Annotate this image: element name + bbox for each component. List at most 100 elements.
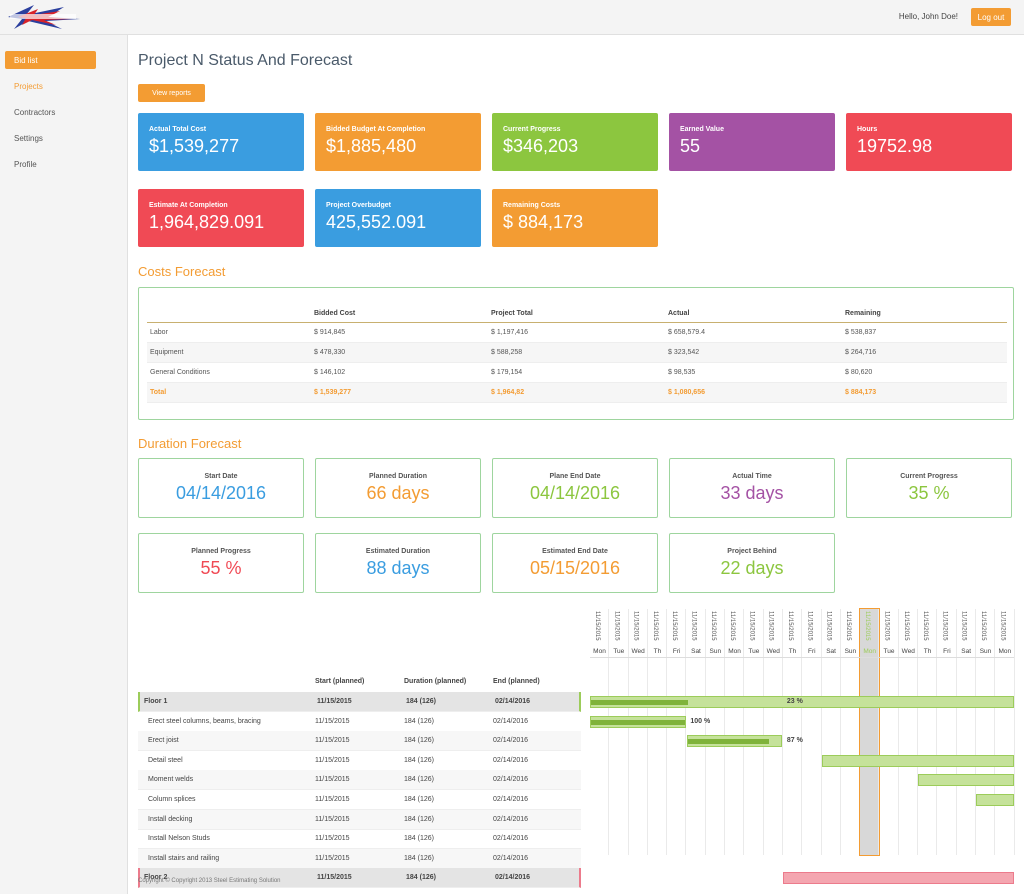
gantt-group-row[interactable]: Floor 1 11/15/2015 184 (126) 02/14/2016 [138, 692, 581, 712]
column-header: Actual [665, 306, 842, 323]
gantt-task-row[interactable]: Install Nelson Studs 11/15/2015 184 (126) 0… [138, 829, 581, 850]
logout-button[interactable]: Log out [971, 8, 1011, 26]
duration-value: 33 days [720, 483, 784, 503]
table-cell: $ 179,154 [488, 362, 665, 383]
kpi-value: 19752.98 [857, 136, 933, 156]
table-cell: $ 588,258 [488, 342, 665, 363]
timeline-day-column: 11/15/2015 Mon [995, 609, 1015, 855]
gantt-bar[interactable] [976, 794, 1014, 806]
table-row: Equipment $ 478,330 $ 588,258 $ 323,542 $ 26… [147, 342, 1007, 363]
gantt-end: 02/14/2016 [493, 776, 529, 784]
gantt-bar[interactable] [783, 872, 1014, 885]
table-cell: $ 1,539,277 [311, 382, 488, 403]
kpi-hours: Hours 19752.98 [846, 113, 1012, 171]
costs-table: Bidded Cost Project Total Actual Remaini… [147, 306, 1007, 403]
duration-forecast-heading: Duration Forecast [138, 436, 242, 451]
timeline-date-label: 11/15/2015 [844, 611, 851, 641]
column-header: Remaining [842, 306, 1007, 323]
gantt-bar[interactable] [821, 754, 1014, 767]
gantt-duration: 184 (126) [404, 737, 434, 745]
timeline-day-label: Wed [901, 648, 915, 655]
timeline-date-label: 11/15/2015 [651, 611, 658, 641]
gantt-task-row[interactable]: Install stairs and railing 11/15/2015 184 … [138, 848, 581, 869]
timeline-day-column: 11/15/2015 Wed [629, 609, 648, 855]
table-cell: $ 264,716 [842, 342, 1007, 363]
timeline-date-label: 11/15/2015 [787, 611, 793, 641]
table-cell: $ 146,102 [311, 362, 488, 383]
sidebar-item-settings[interactable]: Settings [5, 129, 96, 147]
gantt-task-name: Install Nelson Studs [148, 835, 210, 843]
duration-value: 35 % [908, 483, 950, 503]
table-cell: $ 1,197,416 [488, 322, 665, 343]
gantt-task-row[interactable]: Detail steel 11/15/2015 184 (126) 02/14/201… [138, 751, 581, 771]
gantt-bar[interactable] [590, 715, 686, 728]
gantt-header-duration: Duration (planned) [404, 678, 467, 685]
gantt-task-row[interactable]: Column splices 11/15/2015 184 (126) 02/14/2… [138, 790, 581, 810]
gantt-task-row[interactable]: Moment welds 11/15/2015 184 (126) 02/14/201… [138, 770, 581, 791]
kpi-remaining-costs: Remaining Costs $ 884,173 [492, 189, 658, 247]
kpi-value: 55 [680, 136, 701, 156]
gantt-bar[interactable] [686, 735, 782, 748]
timeline-date-label: 11/15/2015 [999, 611, 1006, 641]
table-cell: $ 98,535 [665, 362, 842, 383]
timeline-date-label: 11/15/2015 [671, 611, 678, 641]
timeline-day-column: 11/15/2015 Wed [764, 609, 783, 855]
timeline-day-label: Fri [672, 648, 681, 655]
sidebar-item-contractors[interactable]: Contractors [5, 103, 96, 121]
gantt-end: 02/14/2016 [493, 815, 529, 823]
gantt-chart: Start (planned) Duration (planned) End (… [138, 607, 1015, 889]
timeline-day-label: Mon [728, 648, 741, 655]
duration-planned-progress: Planned Progress 55 % [138, 533, 304, 593]
user-greeting: Hello, John Doe! [898, 12, 958, 21]
timeline-day-column: 11/15/2015 Tue [744, 609, 764, 855]
gantt-end: 02/14/2016 [493, 717, 529, 725]
gantt-end: 02/14/2016 [495, 874, 531, 882]
timeline-date-label: 11/15/2015 [902, 611, 909, 641]
gantt-progress-label: 23 % [786, 698, 803, 705]
gantt-start: 11/15/2015 [317, 874, 352, 882]
costs-forecast-panel: Bidded Cost Project Total Actual Remaini… [138, 287, 1014, 420]
gantt-bar[interactable] [918, 774, 1014, 787]
duration-label: Actual Time [732, 473, 772, 480]
gantt-end: 02/14/2016 [493, 756, 529, 764]
company-logo[interactable] [4, 3, 84, 31]
gantt-duration: 184 (126) [404, 717, 434, 725]
kpi-value: 425,552.091 [326, 212, 427, 232]
timeline-day-label: Sat [691, 648, 701, 655]
table-cell: $ 538,837 [842, 322, 1007, 343]
main-content: Project N Status And Forecast View repor… [129, 35, 1024, 894]
footer-copyright: Copyright © Copyright 2013 Steel Estimat… [138, 878, 281, 884]
duration-label: Start Date [204, 473, 238, 480]
gantt-duration: 184 (126) [404, 756, 434, 764]
duration-estimated-end-date: Estimated End Date 05/15/2016 [492, 533, 658, 593]
sidebar-item-bid-list[interactable]: Bid list [5, 51, 96, 69]
gantt-end: 02/14/2016 [495, 698, 531, 705]
gantt-start: 11/15/2015 [315, 796, 350, 803]
timeline-day-column: 11/15/2015 Mon [859, 608, 881, 856]
view-reports-button[interactable]: View reports [138, 84, 205, 102]
gantt-header-end: End (planned) [493, 678, 540, 685]
gantt-duration: 184 (126) [406, 874, 436, 882]
timeline-day-label: Th [788, 648, 797, 655]
gantt-duration: 184 (126) [404, 854, 434, 862]
gantt-end: 02/14/2016 [493, 737, 529, 745]
gantt-task-name: Erect joist [148, 737, 179, 745]
timeline-day-column: 11/15/2015 Sat [822, 609, 841, 855]
gantt-task-row[interactable]: Erect steel columns, beams, bracing 11/15… [138, 712, 581, 732]
gantt-task-row[interactable]: Install decking 11/15/2015 184 (126) 02/14/… [138, 809, 581, 830]
sidebar-item-projects[interactable]: Projects [5, 77, 96, 95]
gantt-task-name: Install stairs and railing [148, 854, 220, 862]
gantt-progress-label: 100 % [690, 717, 711, 725]
gantt-progress-fill [591, 700, 688, 705]
timeline-day-column: 11/15/2015 Tue [609, 609, 629, 855]
timeline-date-label: 11/15/2015 [690, 611, 697, 641]
timeline-day-label: Fri [808, 648, 816, 655]
gantt-start: 11/15/2015 [315, 835, 350, 843]
gantt-duration: 184 (126) [404, 776, 434, 784]
timeline-day-label: Fri [943, 648, 951, 655]
sidebar-item-profile[interactable]: Profile [5, 155, 96, 173]
gantt-task-row[interactable]: Erect joist 11/15/2015 184 (126) 02/14/2016 [138, 731, 581, 752]
timeline-day-label: Sat [961, 648, 972, 655]
timeline-day-column: 11/15/2015 Mon [590, 609, 610, 855]
duration-value: 66 days [366, 483, 430, 503]
